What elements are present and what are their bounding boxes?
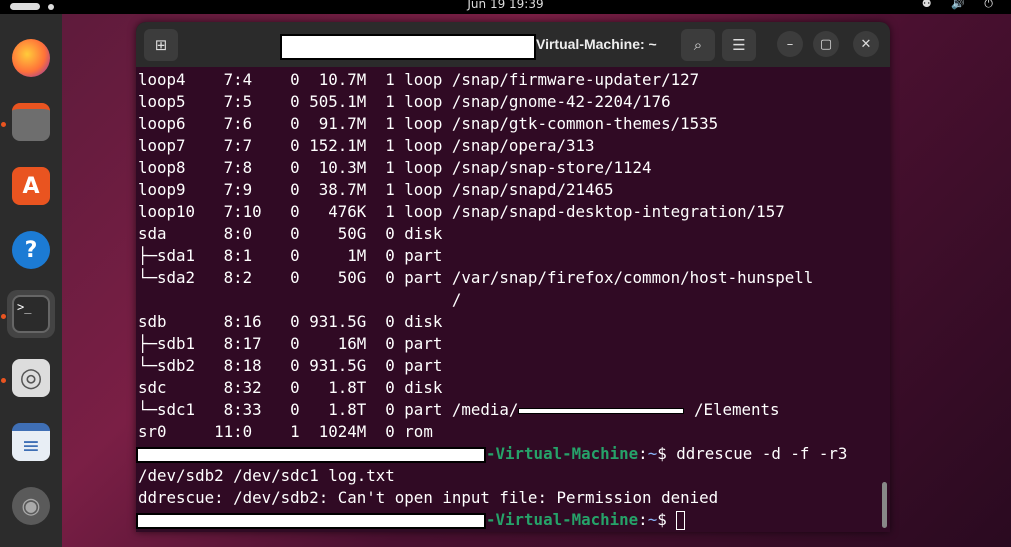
running-indicator — [1, 122, 6, 127]
text-cursor[interactable] — [676, 511, 686, 530]
output-line: loop7 7:7 0 152.1M 1 loop /snap/opera/31… — [138, 136, 595, 155]
command-text: ddrescue -d -f -r3 — [676, 444, 848, 463]
output-line: loop5 7:5 0 505.1M 1 loop /snap/gnome-42… — [138, 92, 671, 111]
close-button[interactable]: ✕ — [853, 31, 879, 57]
disc-icon: ◉ — [12, 487, 50, 525]
title-bar: ⊞ Virtual-Machine: ~ ⌕ ☰ – ▢ ✕ — [136, 22, 890, 67]
clock[interactable]: Jun 19 19:39 — [0, 0, 1011, 11]
help-icon: ? — [12, 231, 50, 269]
prompt-end: $ — [657, 510, 677, 529]
output-line: loop10 7:10 0 476K 1 loop /snap/snapd-de… — [138, 202, 785, 221]
prompt-host: -Virtual-Machine — [486, 510, 639, 529]
prompt-end: $ — [657, 444, 677, 463]
search-button[interactable]: ⌕ — [681, 29, 715, 61]
dock-firefox[interactable] — [7, 34, 55, 82]
prompt-host: -Virtual-Machine — [486, 444, 639, 463]
prompt-sep: : — [638, 444, 648, 463]
prompt-line: -Virtual-Machine:~$ ddrescue -d -f -r3 — [136, 443, 847, 465]
output-line: sr0 11:0 1 1024M 0 rom — [138, 422, 433, 441]
prompt-sep: : — [638, 510, 648, 529]
dock-app-center[interactable]: A — [7, 162, 55, 210]
dock: A ? >_ ◎ ≡ ◉ — [0, 14, 62, 547]
output-line: loop6 7:6 0 91.7M 1 loop /snap/gtk-commo… — [138, 114, 719, 133]
output-line: loop8 7:8 0 10.3M 1 loop /snap/snap-stor… — [138, 158, 652, 177]
output-line: ├─sdb1 8:17 0 16M 0 part — [138, 334, 443, 353]
path-redaction — [518, 407, 685, 414]
output-line: sda 8:0 0 50G 0 disk — [138, 224, 443, 243]
firefox-icon — [12, 39, 50, 77]
dock-text-editor[interactable]: ≡ — [7, 418, 55, 466]
prompt-line[interactable]: -Virtual-Machine:~$ — [136, 509, 686, 531]
output-line: sdc 8:32 0 1.8T 0 disk — [138, 378, 443, 397]
running-indicator — [1, 314, 6, 319]
app-center-icon: A — [12, 167, 50, 205]
system-tray[interactable]: ⚉ 🔊 ⏻ — [922, 0, 1001, 11]
output-line: └─sda2 8:2 0 50G 0 part /var/snap/firefo… — [138, 268, 814, 287]
prompt-path: ~ — [647, 510, 658, 529]
output-line: loop4 7:4 0 10.7M 1 loop /snap/firmware-… — [138, 70, 700, 89]
output-line: loop9 7:9 0 38.7M 1 loop /snap/snapd/214… — [138, 180, 614, 199]
window-title: Virtual-Machine: ~ — [536, 36, 657, 52]
new-tab-button[interactable]: ⊞ — [144, 29, 178, 61]
terminal-window: ⊞ Virtual-Machine: ~ ⌕ ☰ – ▢ ✕ loop4 7:4… — [136, 22, 890, 532]
running-indicator — [1, 378, 6, 383]
terminal-output[interactable]: loop4 7:4 0 10.7M 1 loop /snap/firmware-… — [136, 67, 876, 532]
terminal-icon: >_ — [12, 295, 50, 333]
dock-terminal[interactable]: >_ — [7, 290, 55, 338]
minimize-button[interactable]: – — [777, 31, 803, 57]
disk-icon: ◎ — [12, 359, 50, 397]
maximize-button[interactable]: ▢ — [813, 31, 839, 57]
sdc1-line-text: └─sdc1 8:33 0 1.8T 0 part /media/ — [138, 400, 519, 419]
sdc1-mount-suffix: /Elements — [693, 400, 780, 419]
top-bar: Jun 19 19:39 ⚉ 🔊 ⏻ — [0, 0, 1011, 14]
prompt-path: ~ — [647, 444, 658, 463]
dock-disc[interactable]: ◉ — [7, 482, 55, 530]
dock-disks[interactable]: ◎ — [7, 354, 55, 402]
editor-icon: ≡ — [12, 423, 50, 461]
scrollbar[interactable] — [882, 482, 887, 528]
username-redaction — [136, 512, 486, 529]
files-icon — [12, 103, 50, 141]
output-line: sdb 8:16 0 931.5G 0 disk — [138, 312, 443, 331]
dock-files[interactable] — [7, 98, 55, 146]
menu-button[interactable]: ☰ — [722, 29, 756, 61]
dock-help[interactable]: ? — [7, 226, 55, 274]
title-redaction — [280, 34, 536, 60]
output-line: / — [138, 290, 462, 309]
command-continuation: /dev/sdb2 /dev/sdc1 log.txt — [138, 466, 395, 485]
output-line: ├─sda1 8:1 0 1M 0 part — [138, 246, 443, 265]
error-line: ddrescue: /dev/sdb2: Can't open input fi… — [138, 488, 719, 507]
output-line: └─sdc1 8:33 0 1.8T 0 part /media/ /Eleme… — [138, 399, 780, 421]
username-redaction — [136, 446, 486, 463]
output-line: └─sdb2 8:18 0 931.5G 0 part — [138, 356, 443, 375]
